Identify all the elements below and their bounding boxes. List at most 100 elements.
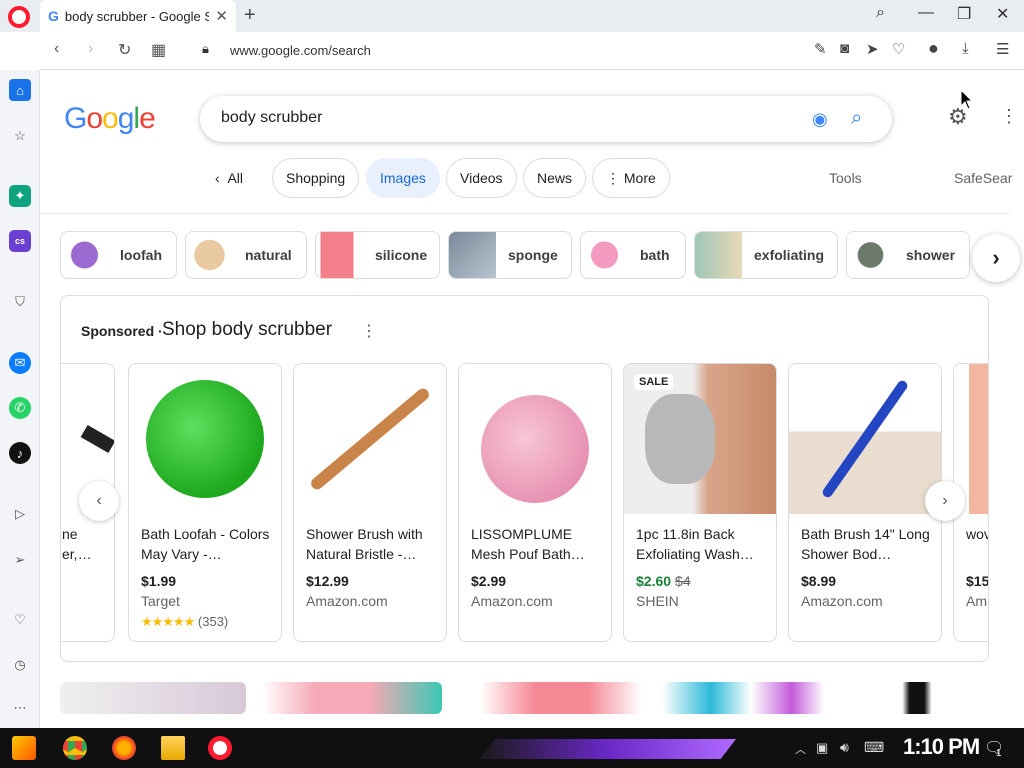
chip-loofah[interactable]: loofah — [60, 231, 177, 279]
whatsapp-icon[interactable]: ✆ — [9, 397, 31, 419]
tab-images[interactable]: Images — [366, 158, 440, 198]
sponsored-label: Sponsored · — [81, 323, 163, 339]
tab-shopping[interactable]: Shopping — [272, 158, 360, 198]
more-options-icon[interactable]: ⋮ — [361, 321, 377, 341]
carousel-prev-button[interactable]: ‹ — [79, 481, 119, 521]
chatsonic-icon[interactable]: cs — [9, 230, 31, 252]
tab-videos[interactable]: Videos — [446, 158, 517, 198]
heart-icon[interactable]: ♡ — [892, 40, 905, 58]
divider — [40, 213, 1010, 214]
close-tab-icon[interactable]: ✕ — [215, 7, 228, 25]
product-card[interactable]: Shower Brush with Natural Bristle -… $12… — [293, 363, 447, 642]
download-icon[interactable]: ⤓ — [962, 40, 969, 57]
more-sidebar-icon[interactable]: ⋯ — [9, 697, 31, 719]
tools-button[interactable]: Tools — [829, 170, 862, 186]
product-card[interactable]: Bath Loofah - Colors May Vary -… $1.99 T… — [128, 363, 282, 642]
tray-arrow-icon[interactable]: ︿ — [795, 741, 806, 757]
history-icon[interactable]: ◷ — [9, 654, 31, 676]
search-input[interactable]: body scrubber — [221, 109, 322, 127]
product-title: Bath Loofah - Colors May Vary -… — [141, 526, 270, 562]
file-explorer-icon[interactable] — [161, 736, 185, 760]
reload-icon[interactable]: ↻ — [118, 40, 131, 60]
new-tab-button[interactable]: + — [244, 4, 256, 27]
edit-icon[interactable]: ✎ — [814, 40, 827, 58]
opera-sidebar: ⌂ ☆ ✦ cs ⛉ ✉ ✆ ♪ ▷ ➢ ♡ ◷ ⋯ — [0, 70, 40, 728]
taskbar-clock[interactable]: 1:10 PM — [903, 734, 980, 760]
opera-logo-icon[interactable] — [8, 6, 30, 28]
product-image — [129, 364, 281, 514]
opera-taskbar-icon[interactable] — [208, 736, 232, 760]
home-icon[interactable]: ⌂ — [9, 79, 31, 101]
product-card[interactable]: Bath Brush 14" Long Shower Bod… $8.99 Am… — [788, 363, 942, 642]
product-title: wov… WO… — [966, 526, 988, 542]
forward-icon[interactable]: › — [88, 40, 93, 58]
chip-exfoliating[interactable]: exfoliating — [694, 231, 838, 279]
camera-icon[interactable]: ◙ — [840, 40, 849, 57]
volume-icon[interactable]: 🔊︎ — [840, 739, 849, 756]
product-card[interactable]: LISSOMPLUME Mesh Pouf Bath… $2.99 Amazon… — [458, 363, 612, 642]
tab-news[interactable]: News — [523, 158, 587, 198]
product-title: Shower Brush with Natural Bristle -… — [306, 526, 423, 562]
product-price: $2.99 — [471, 573, 507, 589]
easy-setup-icon[interactable]: ☰ — [996, 40, 1009, 58]
product-price: $15 — [966, 573, 989, 589]
back-icon[interactable]: ‹ — [54, 40, 59, 58]
start-button-icon[interactable] — [12, 736, 36, 760]
messenger-icon[interactable]: ✉ — [9, 352, 31, 374]
browser-tab[interactable]: G body scrubber - Google S ✕ — [40, 0, 236, 32]
chip-shower[interactable]: shower — [846, 231, 970, 279]
search-box[interactable]: body scrubber ◉ ⌕ — [200, 96, 892, 142]
old-price: $4 — [675, 573, 691, 589]
keyboard-icon[interactable]: ⌨ — [864, 739, 884, 756]
google-lens-icon[interactable]: ◉ — [812, 109, 828, 130]
shopping-bag-icon[interactable]: ⛉ — [9, 291, 31, 313]
send-sidebar-icon[interactable]: ➢ — [9, 549, 31, 571]
image-result[interactable] — [462, 682, 642, 714]
profile-icon[interactable]: ● — [928, 38, 939, 59]
chip-sponge[interactable]: sponge — [448, 231, 572, 279]
network-icon[interactable]: ▣ — [816, 740, 828, 756]
tabs-grid-icon[interactable]: ▦ — [151, 40, 166, 60]
star-icon[interactable]: ☆ — [9, 125, 31, 147]
tab-search-icon[interactable]: ⌕ — [876, 4, 885, 22]
tab-more[interactable]: ⋮ More — [592, 158, 670, 198]
product-title: LISSOMPLUME Mesh Pouf Bath… — [471, 526, 585, 562]
favorites-icon[interactable]: ♡ — [9, 609, 31, 631]
sponsored-shopping-card: Sponsored · Shop body scrubber ⋮ ne er,… … — [60, 295, 989, 662]
url-field[interactable]: www.google.com/search — [230, 43, 371, 58]
image-result[interactable] — [662, 682, 824, 714]
search-icon[interactable]: ⌕ — [851, 107, 862, 130]
chip-silicone[interactable]: silicone — [315, 231, 440, 279]
minimize-icon[interactable]: — — [918, 4, 934, 22]
taskbar-decoration — [480, 739, 736, 759]
restore-icon[interactable]: ❐ — [957, 4, 971, 24]
chip-bath[interactable]: bath — [580, 231, 686, 279]
product-price: $1.99 — [141, 573, 177, 589]
product-store: Am… — [966, 593, 988, 609]
nav-all[interactable]: ‹ All — [215, 170, 243, 186]
close-window-icon[interactable]: ✕ — [996, 4, 1009, 24]
firefox-icon[interactable] — [112, 736, 136, 760]
chip-thumbnail — [581, 232, 628, 278]
product-price: $8.99 — [801, 573, 837, 589]
chatgpt-icon[interactable]: ✦ — [9, 185, 31, 207]
send-icon[interactable]: ➤ — [866, 40, 879, 58]
image-result[interactable] — [60, 682, 246, 714]
apps-menu-icon[interactable]: ⋮ — [1000, 106, 1018, 127]
google-logo[interactable]: Google — [64, 102, 156, 136]
product-image — [789, 364, 941, 514]
product-card[interactable]: SALE 1pc 11.8in Back Exfoliating Wash… $… — [623, 363, 777, 642]
tab-title: body scrubber - Google S — [64, 8, 210, 24]
carousel-next-button[interactable]: › — [925, 481, 965, 521]
image-result[interactable] — [844, 682, 990, 714]
notification-count: 1 — [996, 748, 1002, 759]
chips-next-button[interactable]: › — [972, 234, 1020, 282]
product-price: $2.60 $4 — [636, 573, 691, 589]
product-store: Target — [141, 593, 180, 609]
safesearch-button[interactable]: SafeSear — [954, 170, 1012, 186]
chrome-icon[interactable] — [63, 736, 87, 760]
player-icon[interactable]: ▷ — [9, 503, 31, 525]
tiktok-icon[interactable]: ♪ — [9, 442, 31, 464]
chip-natural[interactable]: natural — [185, 231, 307, 279]
image-result[interactable] — [262, 682, 442, 714]
